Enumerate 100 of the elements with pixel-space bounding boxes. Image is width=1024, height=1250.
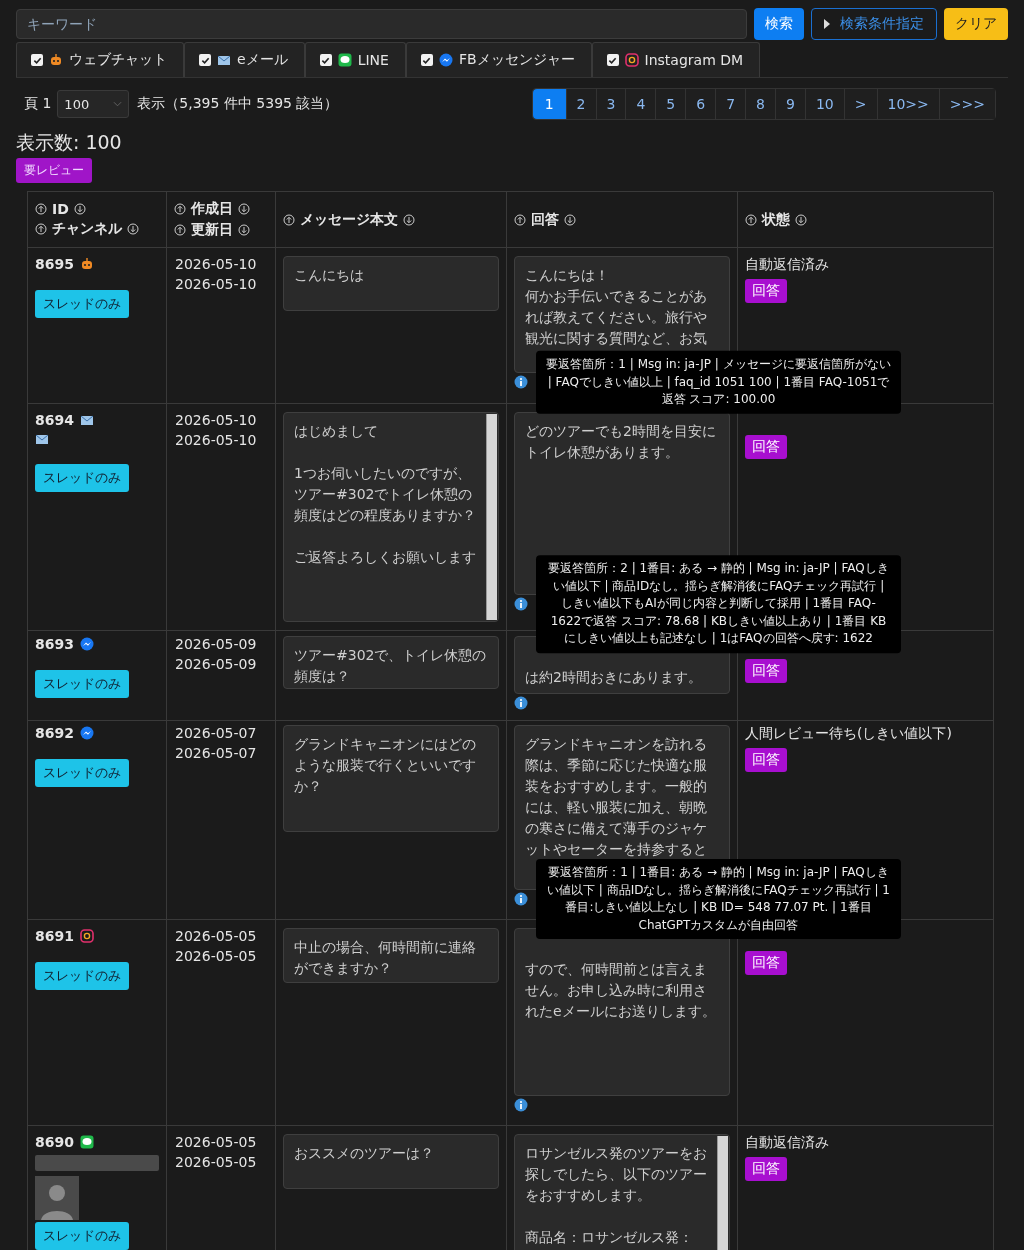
sort-down-icon[interactable] bbox=[238, 224, 250, 236]
sort-down-icon[interactable] bbox=[564, 213, 576, 226]
sort-up-icon[interactable] bbox=[745, 213, 757, 226]
sort-down-icon[interactable] bbox=[403, 213, 415, 226]
page-button[interactable]: 9 bbox=[775, 89, 805, 119]
search-button[interactable]: クリア bbox=[944, 8, 1008, 40]
thread-only-button[interactable]: スレッドのみ bbox=[35, 1222, 129, 1250]
sort-down-icon[interactable] bbox=[795, 213, 807, 226]
updated-date: 2026-05-05 bbox=[175, 948, 258, 964]
search-button[interactable]: 検索 bbox=[754, 8, 804, 40]
thread-only-button[interactable]: スレッドのみ bbox=[35, 670, 129, 698]
page-button[interactable]: 5 bbox=[655, 89, 686, 119]
scrollbar[interactable] bbox=[486, 414, 497, 620]
page-button[interactable]: 10 bbox=[804, 89, 844, 119]
message-field[interactable]: こんにちは bbox=[283, 256, 499, 311]
tooltip: 要返答箇所：1 | 1番目: ある → 静的 | Msg in: ja-JP | FAQしきい値以下 | 商品IDなし。揺らぎ解消後にFAQチェック再試行 | 1番目:しきい値以上なし | KB ID= 548 77.07 Pt. | 1番目 ChatGPTカスタムが自由回答 bbox=[536, 859, 901, 939]
sort-up-icon[interactable] bbox=[514, 213, 526, 226]
channel-filter-tab[interactable]: Instagram DM bbox=[591, 42, 761, 77]
message-text: グランドキャニオンにはどのような服装で行くといいですか？ bbox=[294, 735, 477, 796]
message-text: ツアー#302で、トイレ休憩の頻度は？ bbox=[294, 646, 488, 686]
message-text: はじめまして bbox=[294, 422, 379, 441]
sort-up-icon[interactable] bbox=[35, 223, 47, 235]
answer-text: 何かお手伝いできることがあれば教えてください。旅行や観光に関する質問など、お気 bbox=[525, 287, 708, 348]
sort-down-icon[interactable] bbox=[238, 203, 250, 215]
checkbox[interactable] bbox=[319, 54, 332, 66]
page-button[interactable]: 6 bbox=[685, 89, 716, 119]
review-badge[interactable]: 要レビュー bbox=[16, 158, 92, 183]
created-date: 2026-05-07 bbox=[175, 725, 258, 741]
search-field[interactable]: キーワード bbox=[16, 9, 747, 39]
thread-only-button[interactable]: スレッドのみ bbox=[35, 464, 129, 492]
message-field[interactable]: はじめまして 1つお伺いしたいのですが、ツアー#302でトイレ休憩の頻度はどの程度ありますか？ ご返答よろしくお願いします bbox=[283, 412, 499, 622]
sort-up-icon[interactable] bbox=[283, 213, 295, 226]
channel-filter-tab[interactable]: FBメッセンジャー bbox=[405, 42, 592, 77]
status-text: 人間レビュー待ち(しきい値以下) bbox=[745, 725, 953, 743]
info-icon[interactable] bbox=[514, 696, 528, 710]
sort-down-icon[interactable] bbox=[127, 223, 139, 235]
tooltip: 要返答箇所：1 | Msg in: ja-JP | メッセージに要返信箇所がない | FAQでしきい値以上 | faq_id 1051 100 | 1番目 FAQ-1051で返答 スコア: 100.00 bbox=[536, 350, 901, 414]
message-field[interactable]: おススメのツアーは？ bbox=[283, 1134, 499, 1189]
page-button[interactable]: >>> bbox=[938, 89, 995, 119]
message-text: おススメのツアーは？ bbox=[294, 1144, 435, 1163]
page-button[interactable]: > bbox=[843, 89, 877, 119]
info-icon[interactable] bbox=[514, 375, 528, 389]
channel-filter-tab[interactable]: ウェブチャット bbox=[16, 42, 184, 77]
avatar-placeholder bbox=[35, 1176, 79, 1220]
page-button[interactable]: 7 bbox=[715, 89, 746, 119]
reply-button[interactable]: 回答 bbox=[745, 748, 787, 772]
sort-up-icon[interactable] bbox=[35, 203, 47, 215]
answer-field[interactable]: ロサンゼルス発のツアーをお探しでしたら、以下のツアーをおすすめします。 商品名：ロサンゼルス発： bbox=[514, 1134, 730, 1250]
sort-down-icon[interactable] bbox=[73, 203, 86, 215]
message-id: 8692 bbox=[35, 725, 74, 741]
display-count: 表示数: 100 bbox=[16, 130, 123, 155]
info-icon[interactable] bbox=[514, 1098, 528, 1112]
updated-date: 2026-05-07 bbox=[175, 745, 258, 761]
reply-button[interactable]: 回答 bbox=[745, 1157, 787, 1181]
page-button[interactable]: 10>> bbox=[876, 89, 939, 119]
info-icon[interactable] bbox=[514, 597, 528, 611]
created-date: 2026-05-05 bbox=[175, 1134, 258, 1150]
page-button[interactable]: 8 bbox=[745, 89, 776, 119]
page-button[interactable]: 3 bbox=[595, 89, 626, 119]
answer-text: こんにちは！ bbox=[525, 266, 610, 285]
thread-only-button[interactable]: スレッドのみ bbox=[35, 759, 129, 787]
answer-text: グランドキャニオンを訪れる際は、季節に応じた快適な服装をおすすめします。一般的には、軽い服装に加え、朝晩の寒さに備えて薄手のジャケットやセーターを持参すると bbox=[525, 735, 708, 859]
search-button[interactable]: 検索条件指定 bbox=[811, 8, 937, 40]
updated-date: 2026-05-05 bbox=[175, 1154, 258, 1170]
page-button[interactable]: 2 bbox=[565, 89, 596, 119]
camera-icon bbox=[624, 53, 639, 67]
reply-button[interactable]: 回答 bbox=[745, 659, 787, 683]
chevron-icon bbox=[113, 101, 123, 107]
channel-filter-tab[interactable]: LINE bbox=[304, 42, 406, 77]
reply-button[interactable]: 回答 bbox=[745, 951, 787, 975]
messenger-icon bbox=[79, 726, 94, 740]
created-date: 2026-05-09 bbox=[175, 636, 258, 652]
checkbox[interactable] bbox=[199, 54, 211, 66]
checkbox[interactable] bbox=[31, 54, 43, 66]
message-field[interactable]: ツアー#302で、トイレ休憩の頻度は？ bbox=[283, 636, 499, 689]
chat-bubble-icon bbox=[79, 1135, 94, 1149]
tooltip: 要返答箇所：2 | 1番目: ある → 静的 | Msg in: ja-JP | FAQしきい値以下 | 商品IDなし。揺らぎ解消後にFAQチェック再試行 | しきい値以下もAIが同じ内容と判断して採用 | 1番目 FAQ-1622で返答 スコア: 78.68 | KBしきい値以上あり | 1番目 KBにしきい値以上も記述なし | 1はFAQの回答へ戻す: 1622 bbox=[536, 555, 901, 653]
thread-only-button[interactable]: スレッドのみ bbox=[35, 290, 129, 318]
message-field[interactable]: グランドキャニオンにはどのような服装で行くといいですか？ bbox=[283, 725, 499, 832]
message-id: 8690 bbox=[35, 1134, 74, 1150]
info-icon[interactable] bbox=[514, 892, 528, 906]
message-text: ご返答よろしくお願いします bbox=[294, 548, 477, 567]
status-text: 自動返信済み bbox=[745, 256, 830, 274]
message-id: 8693 bbox=[35, 636, 74, 652]
checkbox[interactable] bbox=[420, 54, 433, 66]
per-page-select[interactable]: 100 bbox=[57, 90, 130, 118]
updated-date: 2026-05-10 bbox=[175, 276, 258, 292]
sort-up-icon[interactable] bbox=[174, 224, 186, 236]
checkbox[interactable] bbox=[606, 54, 619, 66]
answer-text: ロサンゼルス発のツアーをお探しでしたら、以下のツアーをおすすめします。 bbox=[525, 1144, 708, 1205]
page-button[interactable]: 1 bbox=[532, 89, 566, 119]
sort-up-icon[interactable] bbox=[174, 203, 186, 215]
message-field[interactable]: 中止の場合、何時間前に連絡ができますか？ bbox=[283, 928, 499, 983]
reply-button[interactable]: 回答 bbox=[745, 279, 787, 303]
chat-bubble-icon bbox=[337, 53, 352, 67]
thread-only-button[interactable]: スレッドのみ bbox=[35, 962, 129, 990]
page-button[interactable]: 4 bbox=[625, 89, 656, 119]
channel-filter-tab[interactable]: eメール bbox=[184, 42, 305, 77]
reply-button[interactable]: 回答 bbox=[745, 435, 787, 459]
messenger-icon bbox=[79, 637, 94, 651]
